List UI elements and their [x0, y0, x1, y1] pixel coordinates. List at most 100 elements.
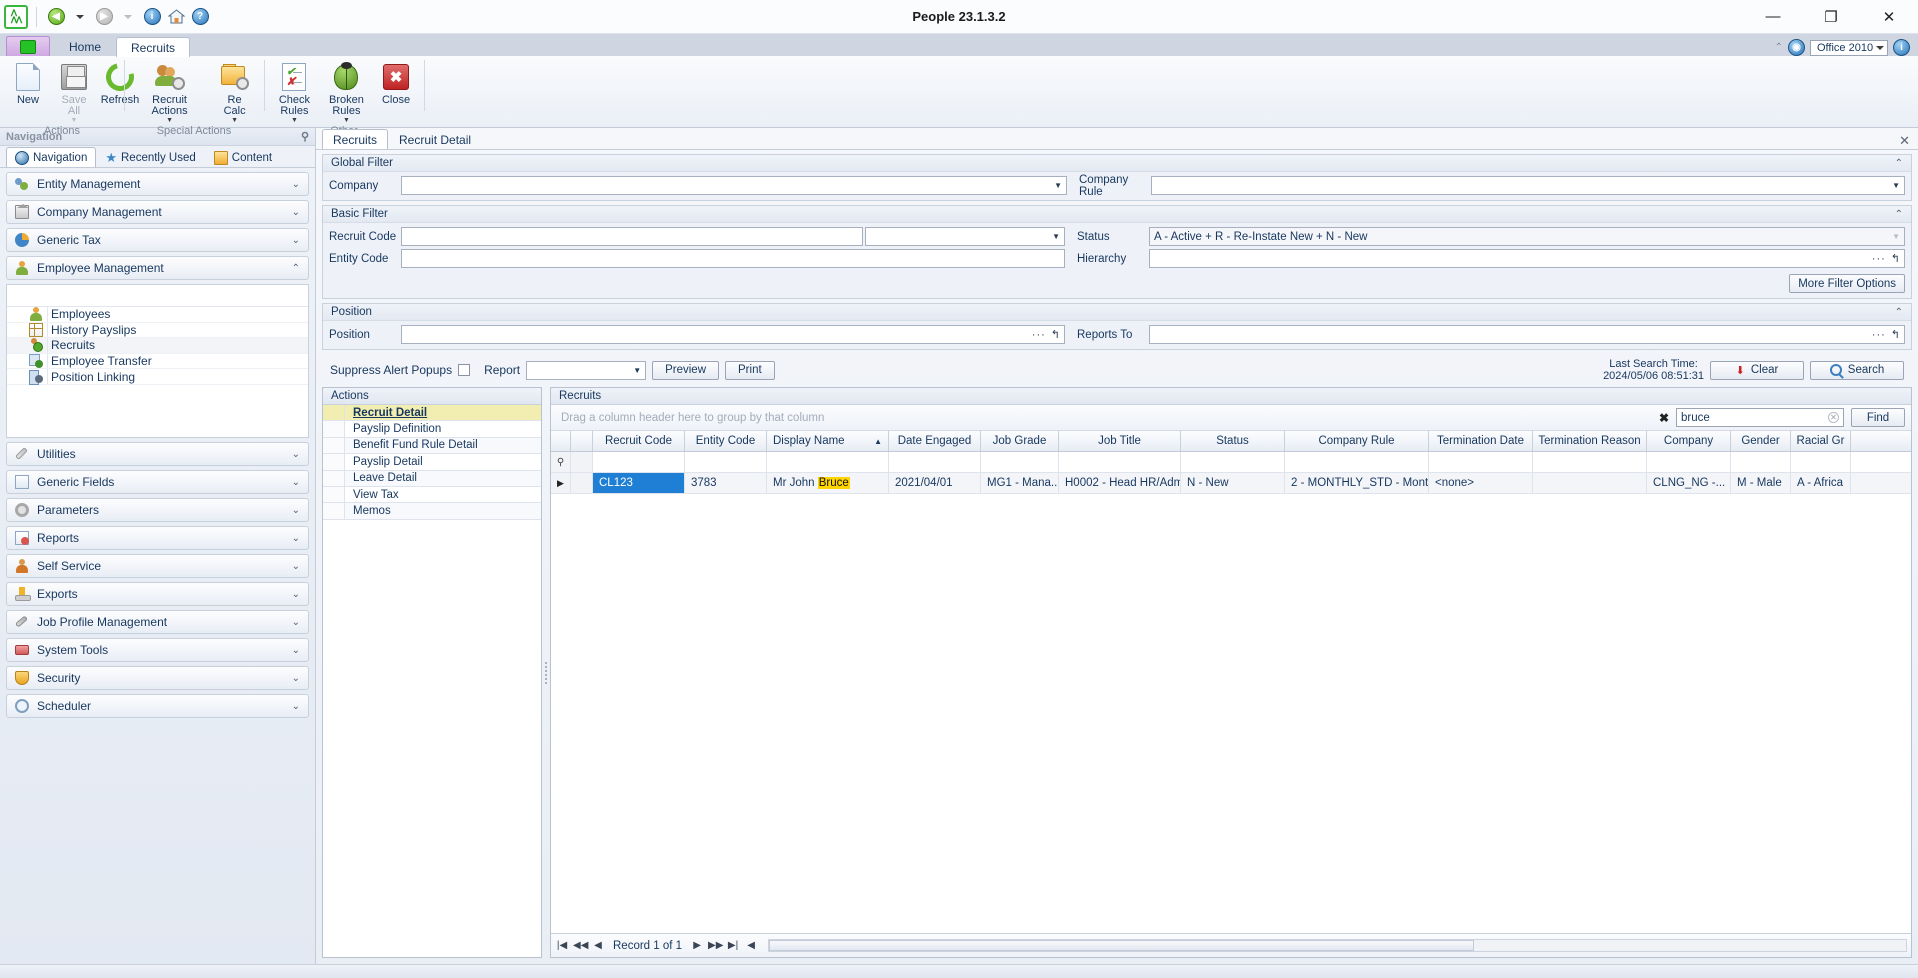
forward-dropdown-icon[interactable] — [117, 6, 139, 28]
sidebar-item-generic-fields[interactable]: Generic Fields ⌄ — [6, 470, 309, 494]
sidebar-item-employees[interactable]: Employees — [7, 307, 308, 323]
sidebar-item-job-profile-management[interactable]: Job Profile Management ⌄ — [6, 610, 309, 634]
pane-splitter[interactable] — [542, 387, 550, 958]
column-header-racial-group[interactable]: Racial Gr — [1791, 431, 1851, 451]
help-icon[interactable]: ? — [189, 6, 211, 28]
action-item-leave-detail[interactable]: Leave Detail — [323, 470, 541, 487]
filter-cell-entity-code[interactable] — [685, 452, 767, 472]
close-button-ribbon[interactable]: ✖ Close — [374, 60, 418, 106]
new-button[interactable]: New — [6, 60, 50, 106]
scrollbar-thumb[interactable] — [769, 940, 1474, 951]
tab-recruit-detail[interactable]: Recruit Detail — [388, 129, 482, 149]
minimize-button[interactable]: — — [1744, 0, 1802, 34]
column-header-recruit-code[interactable]: Recruit Code — [593, 431, 685, 451]
print-button[interactable]: Print — [725, 360, 775, 380]
sidebar-item-generic-tax[interactable]: Generic Tax ⌄ — [6, 228, 309, 252]
sidebar-item-employee-management[interactable]: Employee Management ⌃ — [6, 256, 309, 280]
find-button[interactable]: Find — [1851, 408, 1905, 427]
previous-page-button[interactable]: ◀◀ — [573, 940, 588, 951]
ribbon-tab-recruits[interactable]: Recruits — [116, 37, 191, 57]
cell-racial-group[interactable]: A - Africa — [1791, 473, 1851, 493]
position-filter-header[interactable]: Position ⌃ — [323, 304, 1911, 321]
column-header-job-grade[interactable]: Job Grade — [981, 431, 1059, 451]
collapse-ribbon-icon[interactable]: ⌃ — [1775, 42, 1783, 53]
search-button[interactable]: Search — [1810, 360, 1904, 380]
recalc-button[interactable]: Re Calc ▼ — [211, 60, 258, 124]
cell-job-title[interactable]: H0002 - Head HR/Admin — [1059, 473, 1181, 493]
filter-cell-display-name[interactable] — [767, 452, 889, 472]
cell-date-engaged[interactable]: 2021/04/01 — [889, 473, 981, 493]
broken-rules-button[interactable]: Broken Rules ▼ — [321, 60, 372, 124]
sidebar-item-history-payslips[interactable]: History Payslips — [7, 322, 308, 339]
filter-cell-date-engaged[interactable] — [889, 452, 981, 472]
column-header-display-name[interactable]: Display Name ▲ — [767, 431, 889, 451]
column-header-gender[interactable]: Gender — [1731, 431, 1791, 451]
recruit-code-operator[interactable]: ▼ — [865, 227, 1065, 246]
back-button[interactable]: ◀ — [45, 6, 67, 28]
column-header-entity-code[interactable]: Entity Code — [685, 431, 767, 451]
sidebar-item-entity-management[interactable]: Entity Management ⌄ — [6, 172, 309, 196]
sidebar-item-company-management[interactable]: Company Management ⌄ — [6, 200, 309, 224]
scroll-left-button[interactable]: ◀ — [744, 940, 758, 951]
next-page-button[interactable]: ▶▶ — [708, 940, 723, 951]
sidebar-item-scheduler[interactable]: Scheduler ⌄ — [6, 694, 309, 718]
first-record-button[interactable]: |◀ — [555, 940, 569, 951]
last-record-button[interactable]: ▶| — [726, 940, 740, 951]
hierarchy-input[interactable]: ··· ↰ — [1149, 249, 1905, 268]
filter-cell-job-grade[interactable] — [981, 452, 1059, 472]
column-header-company[interactable]: Company — [1647, 431, 1731, 451]
cell-company-rule[interactable]: 2 - MONTHLY_STD - Monthl... — [1285, 473, 1429, 493]
ellipsis-icon[interactable]: ··· — [1872, 253, 1886, 265]
column-header-company-rule[interactable]: Company Rule — [1285, 431, 1429, 451]
column-header-date-engaged[interactable]: Date Engaged — [889, 431, 981, 451]
basic-filter-header[interactable]: Basic Filter ⌃ — [323, 206, 1911, 223]
sidebar-item-system-tools[interactable]: System Tools ⌄ — [6, 638, 309, 662]
recruit-code-input[interactable] — [401, 227, 863, 246]
table-row[interactable]: ▶ CL123 3783 Mr John Bruce 2021/04/01 MG… — [551, 473, 1911, 494]
horizontal-scrollbar[interactable] — [768, 939, 1907, 952]
filter-cell-company-rule[interactable] — [1285, 452, 1429, 472]
filter-cell-recruit-code[interactable] — [593, 452, 685, 472]
cell-recruit-code[interactable]: CL123 — [593, 473, 685, 493]
ellipsis-icon[interactable]: ··· — [1032, 329, 1046, 341]
clear-find-icon[interactable]: ✕ — [1828, 412, 1839, 423]
cell-gender[interactable]: M - Male — [1731, 473, 1791, 493]
action-item-payslip-definition[interactable]: Payslip Definition — [323, 421, 541, 438]
action-item-recruit-detail[interactable]: Recruit Detail — [323, 405, 541, 422]
cell-job-grade[interactable]: MG1 - Mana... — [981, 473, 1059, 493]
filter-cell-termination-date[interactable] — [1429, 452, 1533, 472]
sidebar-item-reports[interactable]: Reports ⌄ — [6, 526, 309, 550]
ribbon-tab-home[interactable]: Home — [54, 36, 116, 56]
close-find-icon[interactable]: ✖ — [1659, 411, 1669, 425]
column-header-termination-reason[interactable]: Termination Reason — [1533, 431, 1647, 451]
reports-to-input[interactable]: ··· ↰ — [1149, 325, 1905, 344]
report-select[interactable]: ▼ — [526, 360, 647, 380]
about-icon[interactable]: i — [1893, 39, 1910, 56]
info-icon[interactable]: i — [141, 6, 163, 28]
action-item-view-tax[interactable]: View Tax — [323, 486, 541, 504]
filter-cell-company[interactable] — [1647, 452, 1731, 472]
filter-cell-termination-reason[interactable] — [1533, 452, 1647, 472]
cell-termination-reason[interactable] — [1533, 473, 1647, 493]
cell-status[interactable]: N - New — [1181, 473, 1285, 493]
save-all-button[interactable]: Save All ▼ — [52, 60, 96, 124]
theme-selector[interactable]: Office 2010 — [1810, 39, 1888, 56]
column-header-job-title[interactable]: Job Title — [1059, 431, 1181, 451]
forward-button[interactable]: ▶ — [93, 6, 115, 28]
more-filter-options-button[interactable]: More Filter Options — [1789, 274, 1905, 293]
column-header-termination-date[interactable]: Termination Date — [1429, 431, 1533, 451]
sidebar-item-self-service[interactable]: Self Service ⌄ — [6, 554, 309, 578]
nav-tab-content[interactable]: Content — [205, 147, 281, 167]
back-dropdown-icon[interactable] — [69, 6, 91, 28]
status-input[interactable]: A - Active + R - Re-Instate New + N - Ne… — [1149, 227, 1905, 246]
cell-entity-code[interactable]: 3783 — [685, 473, 767, 493]
cell-display-name[interactable]: Mr John Bruce — [767, 473, 889, 493]
sidebar-item-utilities[interactable]: Utilities ⌄ — [6, 442, 309, 466]
action-item-benefit-fund-rule-detail[interactable]: Benefit Fund Rule Detail — [323, 437, 541, 455]
undo-icon[interactable]: ↰ — [1051, 328, 1060, 341]
clear-button[interactable]: ⬇ Clear — [1710, 360, 1804, 380]
nav-tab-navigation[interactable]: Navigation — [6, 147, 97, 167]
nav-tab-recently-used[interactable]: ★ Recently Used — [96, 147, 204, 167]
entity-code-input[interactable] — [401, 249, 1065, 268]
home-icon[interactable] — [165, 6, 187, 28]
